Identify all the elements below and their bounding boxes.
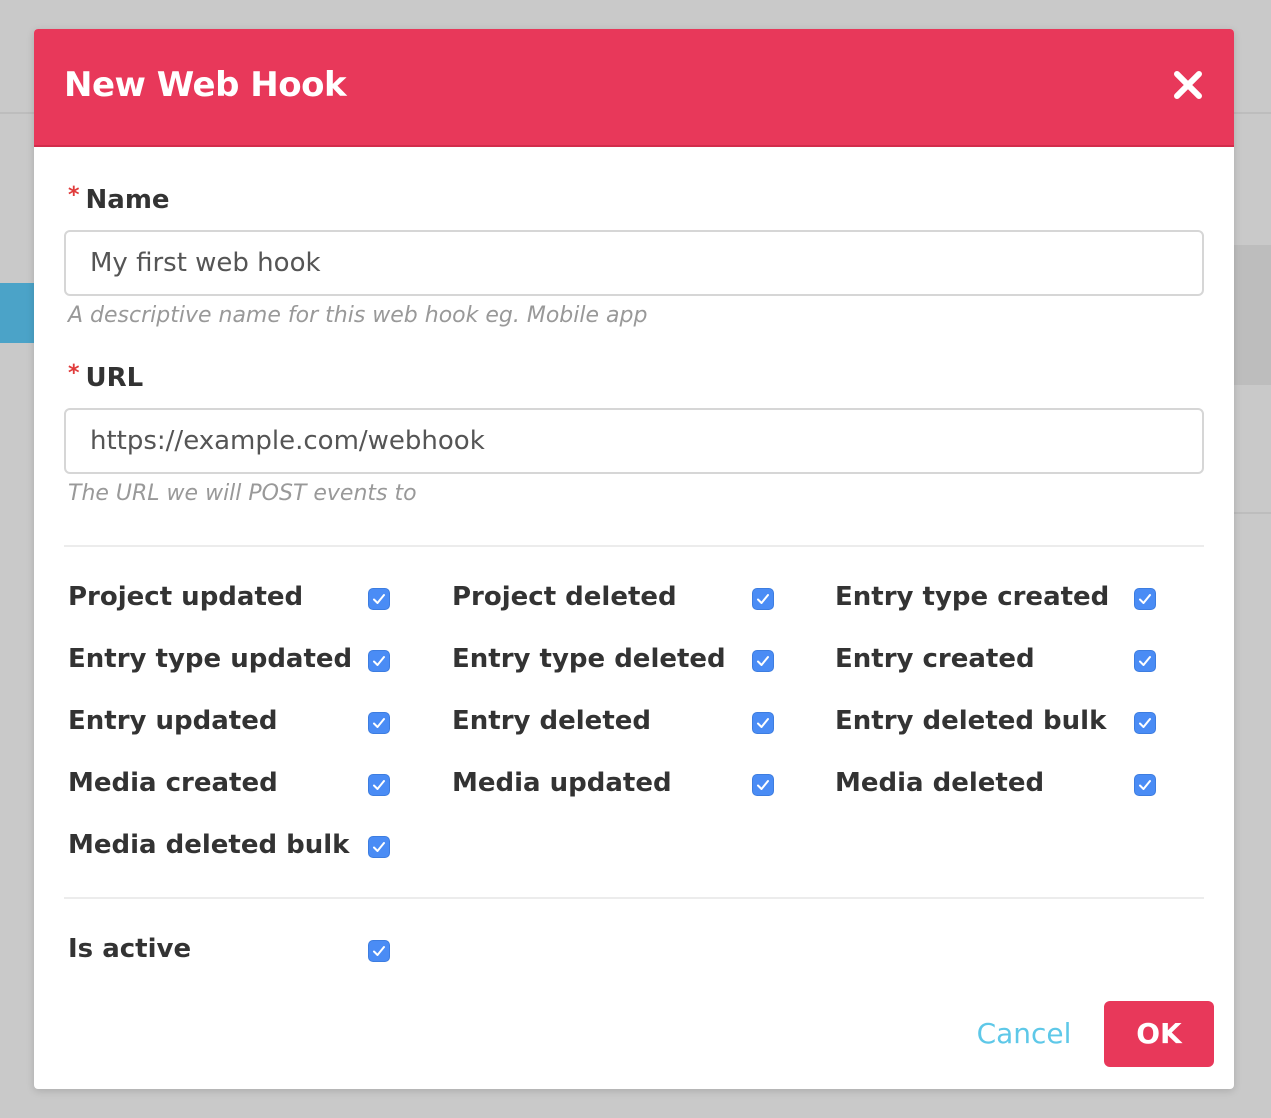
- event-checkbox[interactable]: [368, 712, 390, 734]
- event-checkbox[interactable]: [368, 836, 390, 858]
- backdrop-divider: [1234, 512, 1271, 514]
- checkmark-icon: [757, 780, 769, 790]
- event-checkbox[interactable]: [1134, 712, 1156, 734]
- checkmark-icon: [757, 594, 769, 604]
- dialog-header: New Web Hook: [34, 29, 1234, 147]
- checkmark-icon: [373, 718, 385, 728]
- event-label: Entry deleted: [452, 706, 651, 736]
- event-label: Entry type deleted: [452, 644, 726, 674]
- name-label-text: Name: [85, 185, 170, 215]
- url-input[interactable]: [64, 408, 1204, 474]
- ok-button[interactable]: OK: [1104, 1001, 1214, 1067]
- backdrop-accent: [0, 283, 34, 343]
- event-label: Media updated: [452, 768, 672, 798]
- url-label: * URL: [68, 361, 143, 393]
- is-active-checkbox[interactable]: [368, 940, 390, 962]
- divider: [64, 897, 1204, 899]
- event-checkbox[interactable]: [368, 774, 390, 796]
- backdrop-panel: [1234, 245, 1271, 385]
- name-label: * Name: [68, 183, 170, 215]
- required-mark: *: [68, 361, 80, 386]
- dialog-title: New Web Hook: [64, 65, 347, 105]
- event-label: Entry created: [835, 644, 1035, 674]
- event-label: Media created: [68, 768, 278, 798]
- event-label: Project updated: [68, 582, 304, 612]
- event-checkbox[interactable]: [368, 588, 390, 610]
- event-checkbox[interactable]: [752, 588, 774, 610]
- event-label: Media deleted: [835, 768, 1045, 798]
- event-checkbox[interactable]: [752, 650, 774, 672]
- event-checkbox[interactable]: [368, 650, 390, 672]
- checkmark-icon: [373, 594, 385, 604]
- event-label: Project deleted: [452, 582, 677, 612]
- checkmark-icon: [1139, 594, 1151, 604]
- checkmark-icon: [373, 842, 385, 852]
- checkmark-icon: [1139, 656, 1151, 666]
- event-checkbox[interactable]: [752, 712, 774, 734]
- event-label: Entry updated: [68, 706, 278, 736]
- required-mark: *: [68, 183, 80, 208]
- checkmark-icon: [373, 780, 385, 790]
- url-label-text: URL: [85, 363, 144, 393]
- checkmark-icon: [1139, 718, 1151, 728]
- event-label: Entry type created: [835, 582, 1110, 612]
- close-icon[interactable]: [1168, 65, 1208, 105]
- name-help-text: A descriptive name for this web hook eg.…: [68, 303, 648, 328]
- event-checkbox[interactable]: [752, 774, 774, 796]
- event-label: Entry deleted bulk: [835, 706, 1107, 736]
- checkmark-icon: [373, 946, 385, 956]
- checkmark-icon: [757, 656, 769, 666]
- event-checkbox[interactable]: [1134, 650, 1156, 672]
- checkmark-icon: [757, 718, 769, 728]
- checkmark-icon: [373, 656, 385, 666]
- event-label: Entry type updated: [68, 644, 353, 674]
- event-label: Media deleted bulk: [68, 830, 350, 860]
- event-checkbox[interactable]: [1134, 588, 1156, 610]
- checkmark-icon: [1139, 780, 1151, 790]
- url-help-text: The URL we will POST events to: [68, 481, 417, 506]
- cancel-button[interactable]: Cancel: [964, 1001, 1084, 1067]
- divider: [64, 545, 1204, 547]
- event-checkbox[interactable]: [1134, 774, 1156, 796]
- name-input[interactable]: [64, 230, 1204, 296]
- new-web-hook-dialog: New Web Hook *Name A descriptive name fo…: [34, 29, 1234, 1089]
- is-active-label: Is active: [68, 934, 192, 964]
